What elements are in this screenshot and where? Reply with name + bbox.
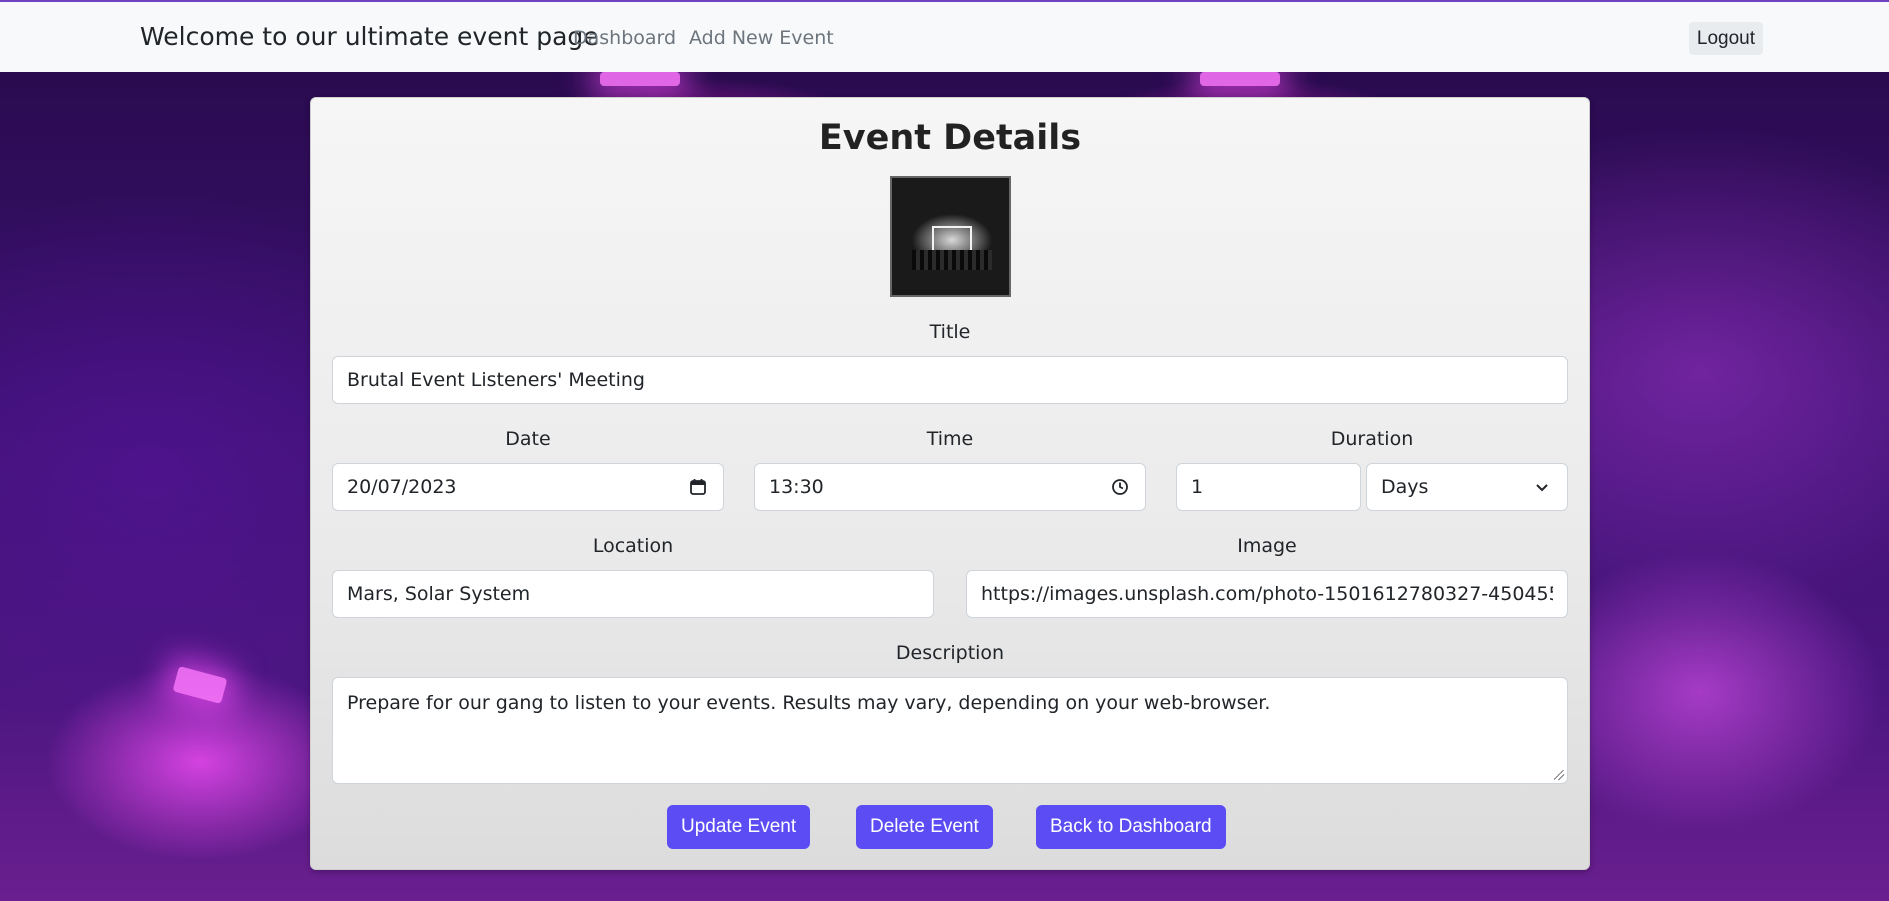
stage-light-top-right — [1200, 72, 1280, 86]
resize-handle-icon[interactable] — [1554, 770, 1564, 780]
chevron-down-icon — [1531, 476, 1553, 498]
description-textarea[interactable]: Prepare for our gang to listen to your e… — [332, 677, 1568, 784]
image-url-input[interactable]: https://images.unsplash.com/photo-150161… — [966, 570, 1568, 618]
description-label: Description — [895, 642, 1005, 664]
stage-light-top-left — [600, 72, 680, 86]
event-details-card: Event Details Title Brutal Event Listene… — [310, 97, 1590, 870]
duration-unit-value: Days — [1381, 476, 1429, 498]
time-input-value: 13:30 — [769, 476, 824, 498]
crowd-silhouette — [912, 250, 992, 270]
location-input-value: Mars, Solar System — [347, 583, 531, 605]
duration-number-input[interactable]: 1 — [1176, 463, 1361, 511]
stage-frame — [932, 226, 972, 252]
title-label: Title — [929, 321, 971, 343]
duration-label: Duration — [1330, 428, 1414, 450]
calendar-icon[interactable] — [687, 476, 709, 498]
title-input-value: Brutal Event Listeners' Meeting — [347, 369, 645, 391]
image-url-value: https://images.unsplash.com/photo-150161… — [981, 583, 1553, 605]
brand-title[interactable]: Welcome to our ultimate event page — [140, 22, 599, 51]
time-input[interactable]: 13:30 — [754, 463, 1146, 511]
duration-input-value: 1 — [1191, 476, 1204, 498]
stage-light-left — [172, 665, 228, 705]
title-input[interactable]: Brutal Event Listeners' Meeting — [332, 356, 1568, 404]
top-navbar: Welcome to our ultimate event page Dashb… — [0, 0, 1889, 72]
date-input-value: 20/07/2023 — [347, 476, 457, 498]
location-input[interactable]: Mars, Solar System — [332, 570, 934, 618]
time-label: Time — [926, 428, 974, 450]
clock-icon[interactable] — [1109, 476, 1131, 498]
location-label: Location — [592, 535, 674, 557]
nav-link-add-new-event[interactable]: Add New Event — [689, 27, 834, 49]
date-input[interactable]: 20/07/2023 — [332, 463, 724, 511]
back-to-dashboard-button[interactable]: Back to Dashboard — [1036, 805, 1226, 849]
duration-unit-select[interactable]: Days — [1366, 463, 1568, 511]
image-label: Image — [1237, 535, 1297, 557]
description-text: Prepare for our gang to listen to your e… — [347, 692, 1271, 714]
page-title: Event Details — [818, 118, 1082, 158]
nav-link-dashboard[interactable]: Dashboard — [573, 27, 676, 49]
delete-event-button[interactable]: Delete Event — [856, 805, 993, 849]
event-image-thumbnail — [890, 176, 1011, 297]
logout-button[interactable]: Logout — [1688, 22, 1763, 55]
date-label: Date — [505, 428, 551, 450]
update-event-button[interactable]: Update Event — [667, 805, 811, 849]
